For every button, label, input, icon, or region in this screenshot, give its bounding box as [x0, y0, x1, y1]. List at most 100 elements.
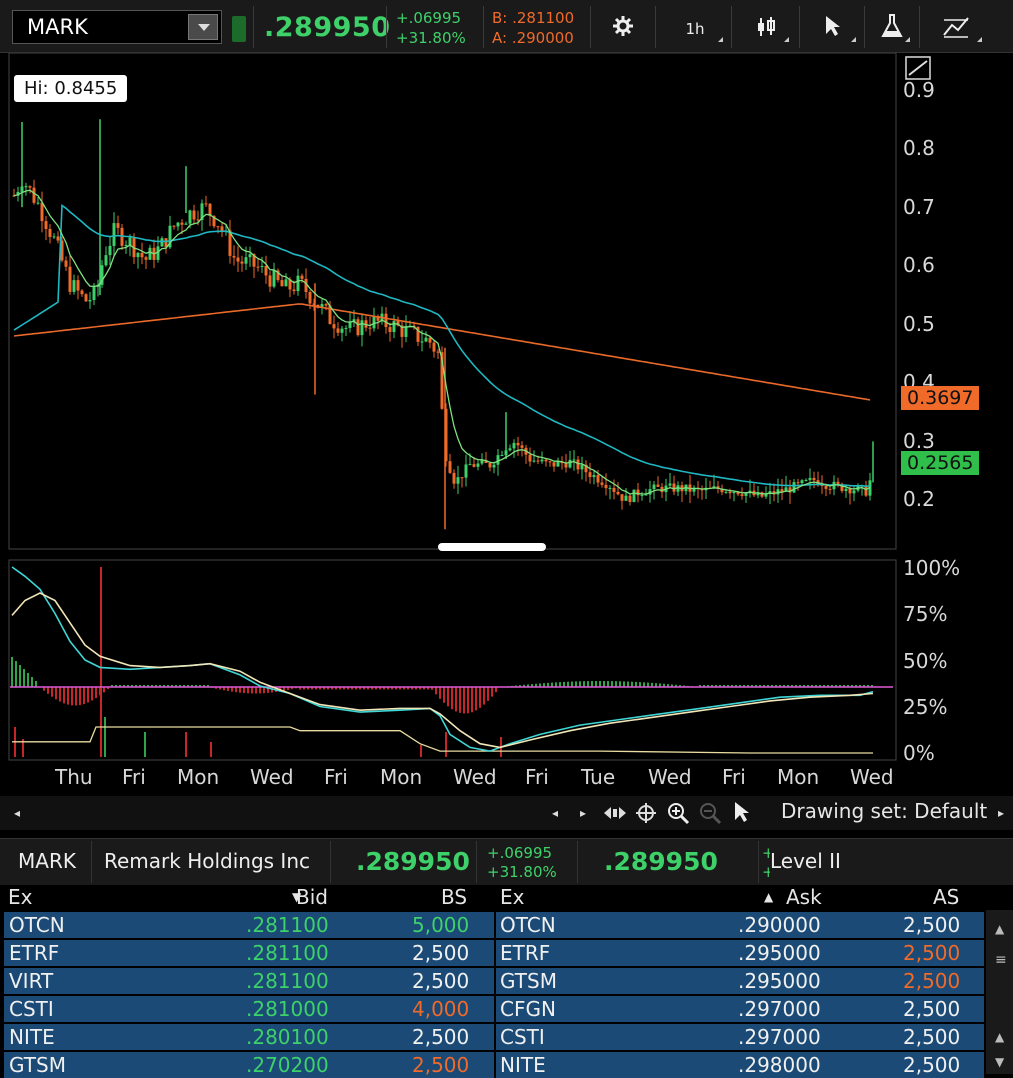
- time-tick: Fri: [525, 765, 549, 789]
- bid-exchange: OTCN: [9, 913, 65, 937]
- symbol-dropdown-button[interactable]: [188, 14, 218, 40]
- volume-bar: [420, 745, 422, 757]
- candle-body: [828, 488, 832, 490]
- settings-button[interactable]: [600, 10, 646, 44]
- histogram-bar: [475, 687, 477, 711]
- col-header-bs[interactable]: BS: [441, 885, 467, 909]
- scroll-down-icon[interactable]: ▼: [995, 1055, 1004, 1069]
- symbol-selector[interactable]: MARK: [12, 10, 222, 44]
- chart-navigation-bar: ◂ ◂ ▸ Drawing set: Default ▸: [0, 796, 1013, 830]
- candle-body: [848, 488, 852, 494]
- candle-body: [220, 226, 224, 231]
- price-tick: 0.6: [903, 253, 935, 277]
- candle-body: [740, 494, 744, 496]
- candle-body: [48, 228, 52, 237]
- ask-size: 2,500: [903, 969, 961, 993]
- osc-tick: 75%: [903, 602, 948, 626]
- candle-body: [40, 202, 44, 222]
- candle-body: [448, 461, 452, 473]
- table-row[interactable]: OTCN .281100 5,000 OTCN .290000 2,500: [0, 912, 985, 938]
- time-tick: Tue: [581, 765, 616, 789]
- l2-mark-percent: +3: [762, 863, 770, 881]
- expand-axis-icon[interactable]: [905, 56, 931, 80]
- osc-tick: 25%: [903, 695, 948, 719]
- candle-body: [360, 320, 364, 336]
- candle-body: [488, 462, 492, 468]
- candle-body: [36, 202, 40, 204]
- oscillator-plot-frame: [8, 559, 897, 761]
- candle-body: [136, 252, 140, 258]
- scroll-back-icon[interactable]: ◂: [552, 806, 558, 820]
- candle-body: [528, 454, 532, 462]
- candle-body: [296, 275, 300, 292]
- scroll-forward-icon[interactable]: ▸: [580, 806, 586, 820]
- cursor-button[interactable]: [808, 10, 858, 44]
- toolbar-divider: [919, 6, 920, 48]
- table-row[interactable]: VIRT .281100 2,500 GTSM .295000 2,500: [0, 968, 985, 994]
- candle-body: [236, 257, 240, 262]
- bid-price: .281000: [246, 997, 329, 1021]
- zoom-in-icon[interactable]: [666, 801, 690, 825]
- candle-body: [148, 247, 152, 260]
- time-tick: Wed: [453, 765, 497, 789]
- scroll-grip-icon[interactable]: ≡: [995, 952, 1007, 968]
- sort-asc-icon[interactable]: ▲: [764, 890, 773, 914]
- slow-average-price-tag: 0.3697: [901, 386, 980, 410]
- table-row[interactable]: NITE .280100 2,500 CSTI .297000 2,500: [0, 1024, 985, 1050]
- time-axis[interactable]: Thu Fri Mon Wed Fri Mon Wed Fri Tue Wed …: [0, 762, 900, 794]
- col-header-as[interactable]: AS: [933, 885, 959, 909]
- ask-price: .297000: [738, 1025, 821, 1049]
- zoom-out-icon[interactable]: [698, 801, 722, 825]
- price-chart[interactable]: [0, 53, 1013, 553]
- candle-body: [636, 489, 640, 496]
- table-row[interactable]: ETRF .281100 2,500 ETRF .295000 2,500: [0, 940, 985, 966]
- col-header-ex[interactable]: Ex: [8, 885, 32, 909]
- toolbar-divider: [864, 6, 865, 48]
- candle-body: [128, 237, 132, 246]
- histogram-bar: [439, 687, 441, 699]
- scroll-up-icon[interactable]: ▲: [995, 922, 1004, 936]
- candle-body: [424, 337, 428, 342]
- link-flag-icon[interactable]: [232, 16, 246, 42]
- toolbar-divider: [386, 6, 387, 48]
- drawing-set-selector[interactable]: Drawing set: Default: [781, 799, 987, 823]
- scroll-left-icon[interactable]: ◂: [14, 806, 20, 820]
- histogram-bar: [55, 687, 57, 700]
- ask-size: 2,500: [903, 941, 961, 965]
- ask-price: A: .290000: [492, 29, 574, 47]
- col-header-bid[interactable]: Bid: [296, 885, 328, 909]
- l2-symbol[interactable]: MARK: [18, 849, 76, 873]
- candle-body: [32, 187, 36, 203]
- col-header-ask[interactable]: Ask: [786, 885, 822, 909]
- level2-scrollbar[interactable]: ▲ ≡ ▲ ▼: [986, 910, 1013, 1074]
- l2-mark-price: .289950: [604, 847, 718, 876]
- ask-price: .298000: [738, 1053, 821, 1077]
- crosshair-icon[interactable]: [635, 802, 657, 824]
- candle-body: [512, 442, 516, 449]
- col-header-ex-ask[interactable]: Ex: [500, 885, 524, 909]
- drawings-button[interactable]: [928, 10, 984, 44]
- chart-style-button[interactable]: [741, 10, 791, 44]
- candle-body: [864, 485, 868, 496]
- timeframe-button[interactable]: 1h: [665, 10, 725, 44]
- histogram-bar: [243, 687, 245, 694]
- candle-body: [516, 442, 520, 446]
- scroll-up-icon[interactable]: ▲: [995, 1030, 1004, 1044]
- pointer-icon[interactable]: [732, 800, 752, 824]
- l2-percent-change: +31.80%: [487, 863, 557, 881]
- candle-body: [172, 225, 176, 227]
- bid-exchange: VIRT: [9, 969, 54, 993]
- histogram-bar: [67, 687, 69, 705]
- candle-body: [728, 491, 732, 494]
- candle-body: [464, 464, 468, 478]
- osc-tick: 0%: [903, 741, 935, 765]
- table-row[interactable]: CSTI .281000 4,000 CFGN .297000 2,500: [0, 996, 985, 1022]
- scroll-right-icon[interactable]: ▸: [998, 806, 1004, 820]
- ask-exchange: NITE: [500, 1053, 546, 1077]
- studies-button[interactable]: [872, 10, 912, 44]
- oscillator-chart[interactable]: [0, 557, 1013, 761]
- candle-body: [300, 275, 304, 279]
- histogram-bar: [467, 687, 469, 714]
- pan-arrows-icon[interactable]: [603, 804, 627, 822]
- table-row[interactable]: GTSM .270200 2,500 NITE .298000 2,500: [0, 1052, 985, 1078]
